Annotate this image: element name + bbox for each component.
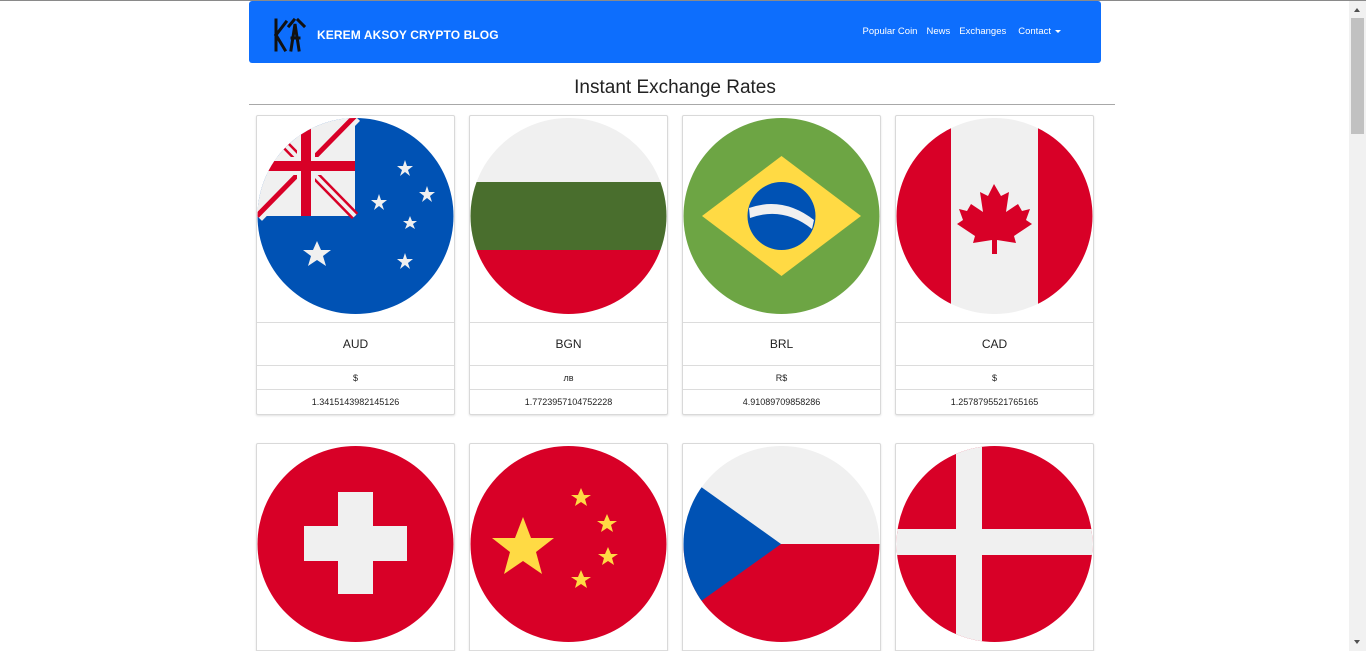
currency-code: BRL — [683, 323, 880, 366]
currency-symbol: лв — [470, 366, 667, 390]
scrollbar-thumb[interactable] — [1351, 18, 1364, 134]
navbar-brand[interactable]: KEREM AKSOY CRYPTO BLOG — [271, 16, 499, 54]
exchange-rate: 4.91089709858286 — [742, 397, 821, 407]
currency-symbol: R$ — [683, 366, 880, 390]
currency-card-brl[interactable]: BRL R$ 4.91089709858286 — [682, 115, 881, 415]
china-flag-icon — [470, 446, 667, 642]
australia-flag-icon — [257, 118, 454, 314]
scroll-up-arrow-icon[interactable] — [1349, 1, 1366, 18]
currency-card-chf[interactable] — [256, 443, 455, 651]
flag-image — [896, 116, 1093, 323]
currency-code: CAD — [896, 323, 1093, 366]
denmark-flag-icon — [896, 446, 1093, 642]
page-viewport: KEREM AKSOY CRYPTO BLOG Popular Coin New… — [0, 1, 1349, 651]
exchange-rate: 1.2578795521765165 — [950, 397, 1039, 407]
currency-symbol: $ — [896, 366, 1093, 390]
flag-image — [470, 116, 667, 323]
title-divider — [249, 104, 1115, 105]
currency-symbol: $ — [257, 366, 454, 390]
currency-card-aud[interactable]: AUD $ 1.3415143982145126 — [256, 115, 455, 415]
flag-image — [683, 116, 880, 323]
brazil-flag-icon — [683, 118, 880, 314]
brand-title: KEREM AKSOY CRYPTO BLOG — [317, 28, 499, 42]
currency-card-cny[interactable] — [469, 443, 668, 651]
navbar: KEREM AKSOY CRYPTO BLOG Popular Coin New… — [249, 1, 1101, 63]
nav-link-news[interactable]: News — [926, 26, 950, 37]
nav-link-popular-coin[interactable]: Popular Coin — [863, 26, 918, 37]
currency-card-cad[interactable]: CAD $ 1.2578795521765165 — [895, 115, 1094, 415]
exchange-rate: 1.3415143982145126 — [311, 397, 400, 407]
flag-image — [470, 444, 667, 651]
chevron-down-icon — [1055, 30, 1061, 33]
nav-links: Popular Coin News Exchanges Contact — [854, 26, 1061, 37]
scroll-down-arrow-icon[interactable] — [1349, 634, 1366, 651]
canada-flag-icon — [896, 118, 1093, 314]
nav-link-exchanges[interactable]: Exchanges — [959, 26, 1006, 37]
flag-image — [257, 116, 454, 323]
flag-image — [257, 444, 454, 651]
czech-republic-flag-icon — [683, 446, 880, 642]
currency-code: AUD — [257, 323, 454, 366]
nav-link-contact-label: Contact — [1018, 26, 1051, 37]
currency-card-dkk[interactable] — [895, 443, 1094, 651]
currency-card-czk[interactable] — [682, 443, 881, 651]
nav-dropdown-contact[interactable]: Contact — [1018, 26, 1061, 37]
currency-code: BGN — [470, 323, 667, 366]
flag-image — [683, 444, 880, 651]
currency-card-bgn[interactable]: BGN лв 1.7723957104752228 — [469, 115, 668, 415]
switzerland-flag-icon — [257, 446, 454, 642]
exchange-rate: 1.7723957104752228 — [524, 397, 613, 407]
vertical-scrollbar[interactable] — [1349, 1, 1366, 651]
flag-image — [896, 444, 1093, 651]
brand-logo-icon — [273, 17, 307, 53]
bulgaria-flag-icon — [470, 118, 667, 314]
page-title: Instant Exchange Rates — [574, 77, 776, 98]
